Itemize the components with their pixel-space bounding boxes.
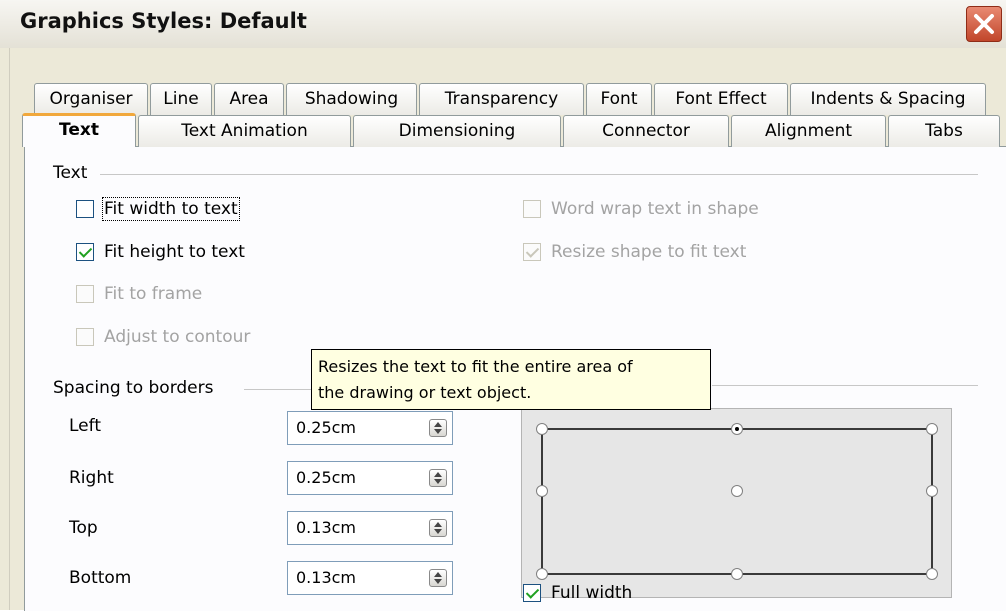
tab-dimensioning[interactable]: Dimensioning <box>353 115 561 147</box>
tab-font[interactable]: Font <box>586 83 652 115</box>
tab-indents-spacing[interactable]: Indents & Spacing <box>790 83 986 115</box>
anchor-section-divider <box>712 385 978 386</box>
adjust-contour-label: Adjust to contour <box>104 327 251 347</box>
fit-width-box[interactable] <box>76 200 94 218</box>
left-spin-field[interactable]: 0.25cm <box>287 411 453 445</box>
tab-tabs[interactable]: Tabs <box>888 115 1000 147</box>
tooltip-line-1: Resizes the text to fit the entire area … <box>318 357 633 376</box>
tooltip-line-2: the drawing or text object. <box>318 383 532 402</box>
tab-font-effect[interactable]: Font Effect <box>654 83 788 115</box>
tab-shadowing[interactable]: Shadowing <box>286 83 417 115</box>
right-spin-field[interactable]: 0.25cm <box>287 461 453 495</box>
tab-alignment[interactable]: Alignment <box>731 115 886 147</box>
spacing-section-heading: Spacing to borders <box>53 378 214 398</box>
left-spin-button[interactable] <box>429 419 447 437</box>
top-label: Top <box>69 518 98 538</box>
left-value[interactable]: 0.25cm <box>296 418 356 437</box>
right-value[interactable]: 0.25cm <box>296 468 356 487</box>
spacing-section-divider <box>244 389 314 390</box>
text-section-divider <box>100 174 978 175</box>
anchor-center[interactable] <box>731 485 743 497</box>
resize-shape-box[interactable] <box>523 243 541 261</box>
resize-shape-checkbox[interactable]: Resize shape to fit text <box>523 239 746 265</box>
full-width-checkbox[interactable]: Full width <box>523 580 632 606</box>
title-bar: Graphics Styles: Default <box>0 0 1006 49</box>
text-anchor-selector[interactable] <box>521 408 952 598</box>
bottom-spin-field[interactable]: 0.13cm <box>287 561 453 595</box>
bottom-spin-button[interactable] <box>429 569 447 587</box>
tab-organiser[interactable]: Organiser <box>34 83 148 115</box>
fit-frame-label: Fit to frame <box>104 284 203 304</box>
anchor-bottom-right[interactable] <box>926 568 938 580</box>
adjust-contour-box[interactable] <box>76 328 94 346</box>
anchor-top-center[interactable] <box>731 423 743 435</box>
right-label: Right <box>69 468 114 488</box>
window-title: Graphics Styles: Default <box>20 9 307 33</box>
fit-frame-checkbox[interactable]: Fit to frame <box>76 281 202 307</box>
bottom-value[interactable]: 0.13cm <box>296 568 356 587</box>
bottom-label: Bottom <box>69 568 132 588</box>
top-value[interactable]: 0.13cm <box>296 518 356 537</box>
window-border <box>0 48 10 610</box>
tab-transparency[interactable]: Transparency <box>419 83 584 115</box>
adjust-contour-checkbox[interactable]: Adjust to contour <box>76 324 250 350</box>
anchor-bottom-center[interactable] <box>731 568 743 580</box>
anchor-bottom-left[interactable] <box>536 568 548 580</box>
fit-height-label: Fit height to text <box>104 242 245 262</box>
tab-connector[interactable]: Connector <box>563 115 729 147</box>
word-wrap-box[interactable] <box>523 200 541 218</box>
tooltip: Resizes the text to fit the entire area … <box>311 349 711 410</box>
fit-height-checkbox[interactable]: Fit height to text <box>76 239 245 265</box>
tab-text-animation[interactable]: Text Animation <box>138 115 351 147</box>
full-width-label: Full width <box>551 583 633 603</box>
full-width-box[interactable] <box>523 584 541 602</box>
fit-width-checkbox[interactable]: Fit width to text <box>76 196 240 222</box>
top-spin-button[interactable] <box>429 519 447 537</box>
anchor-top-right[interactable] <box>926 423 938 435</box>
left-label: Left <box>69 416 101 436</box>
word-wrap-label: Word wrap text in shape <box>551 199 759 219</box>
anchor-top-left[interactable] <box>536 423 548 435</box>
tab-area[interactable]: Area <box>214 83 284 115</box>
tab-text[interactable]: Text <box>22 113 136 147</box>
resize-shape-label: Resize shape to fit text <box>551 242 747 262</box>
text-section-heading: Text <box>53 163 88 183</box>
word-wrap-checkbox[interactable]: Word wrap text in shape <box>523 196 759 222</box>
anchor-middle-left[interactable] <box>536 485 548 497</box>
right-spin-button[interactable] <box>429 469 447 487</box>
fit-height-box[interactable] <box>76 243 94 261</box>
close-button[interactable] <box>966 6 1002 42</box>
fit-frame-box[interactable] <box>76 285 94 303</box>
close-icon <box>974 14 994 34</box>
tab-line[interactable]: Line <box>150 83 212 115</box>
anchor-middle-right[interactable] <box>926 485 938 497</box>
fit-width-label: Fit width to text <box>102 197 240 221</box>
top-spin-field[interactable]: 0.13cm <box>287 511 453 545</box>
